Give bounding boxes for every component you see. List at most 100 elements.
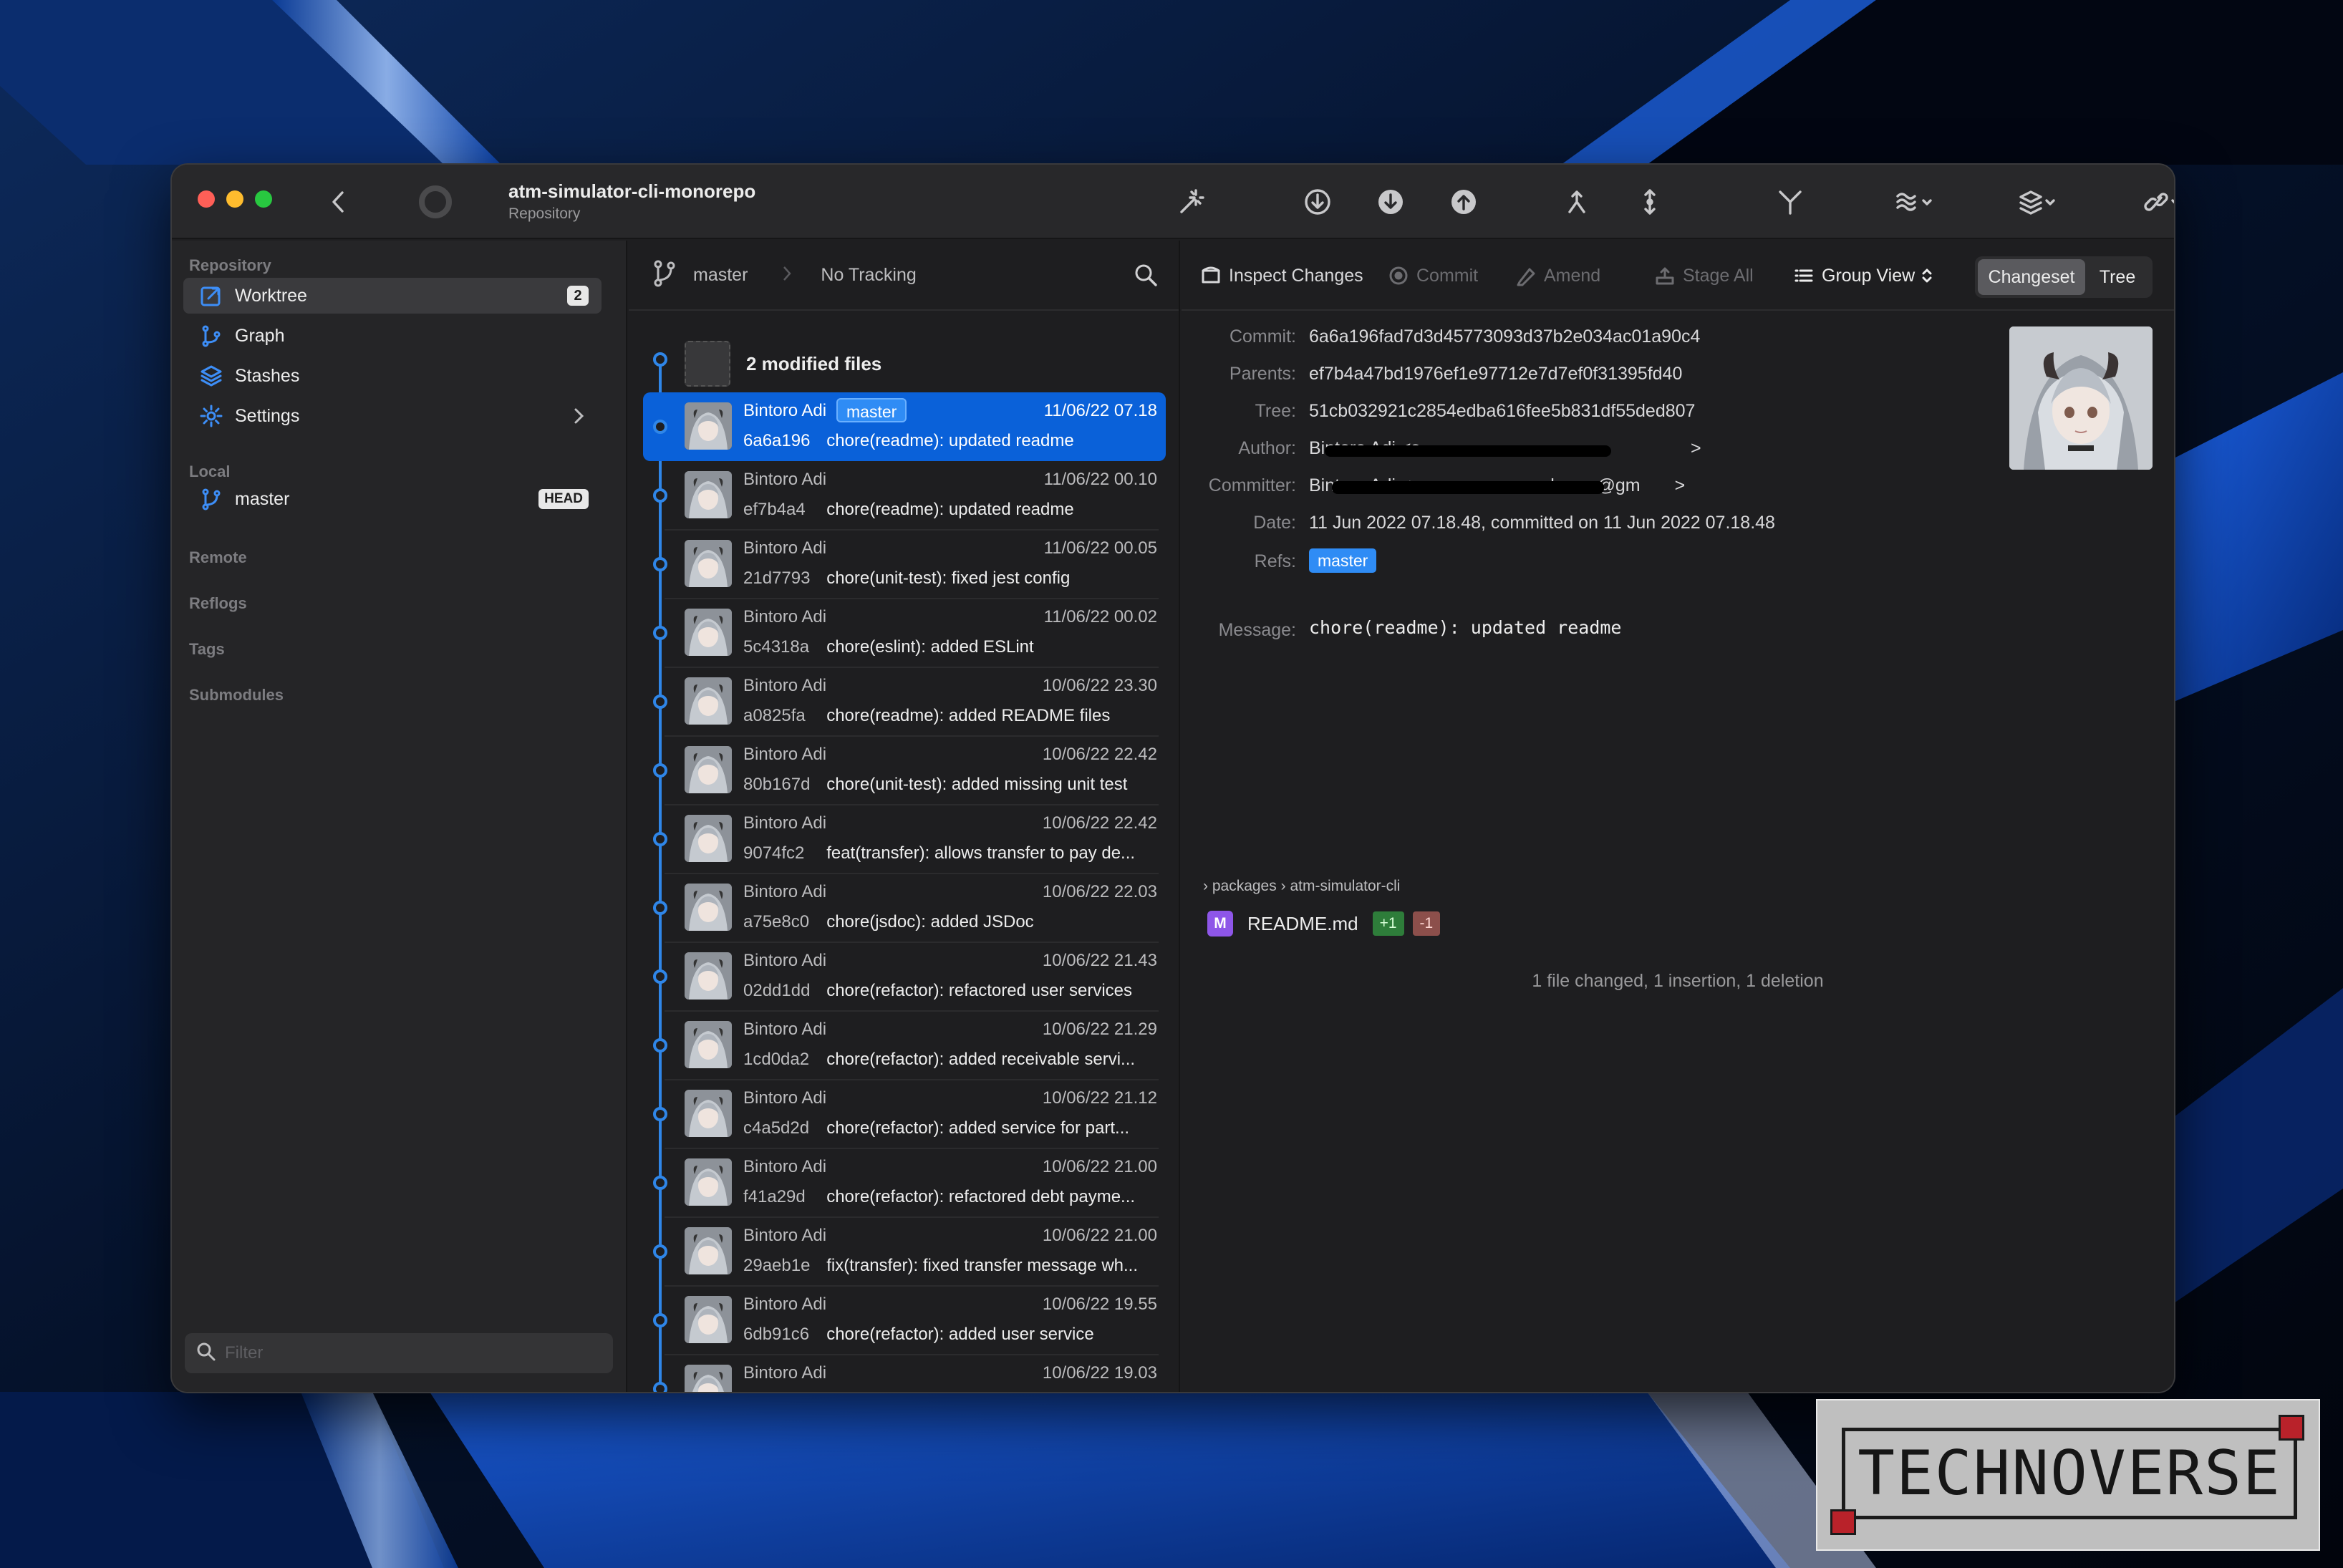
group-view-label: Group View xyxy=(1822,265,1916,286)
changeset-tab[interactable]: Changeset xyxy=(1978,259,2085,295)
sidebar-item-settings[interactable]: Settings xyxy=(183,398,602,434)
tracking-status[interactable]: No Tracking xyxy=(821,265,916,286)
pull-icon[interactable] xyxy=(1375,186,1406,218)
stack-icon[interactable] xyxy=(2016,186,2062,218)
ref-badge[interactable]: master xyxy=(1309,548,1377,573)
commit-row[interactable]: Bintoro Adi 11/06/22 00.10 ef7b4a4 chore(re… xyxy=(643,461,1166,531)
filter-field[interactable] xyxy=(185,1333,613,1373)
commit-row[interactable]: Bintoro Adi 10/06/22 21.00 f41a29d chore(re… xyxy=(643,1148,1166,1218)
window-title: atm-simulator-cli-monorepo Repository xyxy=(508,180,755,223)
sidebar-item-stashes[interactable]: Stashes xyxy=(183,358,602,394)
commit-author: Bintoro Adi xyxy=(743,401,827,420)
commit-row[interactable]: Bintoro Adi 10/06/22 22.03 a75e8c0 chore(js… xyxy=(643,873,1166,943)
stage-all-button[interactable]: Stage All xyxy=(1654,260,1754,291)
commit-row[interactable]: Bintoro Adi master 11/06/22 07.18 6a6a196 ch… xyxy=(643,392,1166,461)
modified-status-badge: M xyxy=(1207,911,1233,937)
current-branch[interactable]: master xyxy=(693,265,748,286)
rebase-icon[interactable] xyxy=(1634,186,1666,218)
commit-row[interactable]: Bintoro Adi 10/06/22 22.42 9074fc2 feat(tra… xyxy=(643,805,1166,874)
commit-author: Bintoro Adi xyxy=(743,813,827,833)
minimize-window-button[interactable] xyxy=(226,190,243,208)
app-window: atm-simulator-cli-monorepo Repository Re… xyxy=(172,165,2174,1392)
commit-row[interactable]: Bintoro Adi 10/06/22 21.29 1cd0da2 chore(re… xyxy=(643,1011,1166,1080)
branch-icon[interactable] xyxy=(1773,186,1807,218)
commit-row[interactable]: Bintoro Adi 10/06/22 19.03 xyxy=(643,1355,1166,1392)
sidebar-item-worktree[interactable]: Worktree 2 xyxy=(183,278,602,314)
stash-icon[interactable] xyxy=(1893,186,1939,218)
tags-header[interactable]: Tags xyxy=(189,640,225,659)
commit-row[interactable]: Bintoro Adi 10/06/22 21.12 c4a5d2d chore(re… xyxy=(643,1080,1166,1149)
commit-sha: 9074fc2 xyxy=(743,843,805,863)
watermark-text: TECHNOVERSE xyxy=(1858,1438,2281,1509)
close-window-button[interactable] xyxy=(198,190,215,208)
graph-node xyxy=(653,695,667,709)
commit-row[interactable]: Bintoro Adi 10/06/22 19.55 6db91c6 chore(re… xyxy=(643,1286,1166,1355)
commit-message: chore(readme): updated readme xyxy=(826,431,1074,450)
commit-hash-value[interactable]: 6a6a196fad7d3d45773093d37b2e034ac01a90c4 xyxy=(1309,326,1700,355)
avatar xyxy=(685,677,732,725)
avatar xyxy=(685,952,732,1000)
magic-icon[interactable] xyxy=(1174,186,1206,218)
worktree-count-badge: 2 xyxy=(567,286,589,306)
commit-date: 11/06/22 07.18 xyxy=(1043,401,1157,420)
back-icon[interactable] xyxy=(322,186,354,218)
sidebar-item-label: Graph xyxy=(235,325,285,346)
link-icon[interactable] xyxy=(2142,186,2174,218)
graph-node xyxy=(653,901,667,915)
zoom-window-button[interactable] xyxy=(255,190,272,208)
message-value: chore(readme): updated readme xyxy=(1309,617,1622,638)
push-icon[interactable] xyxy=(1448,186,1479,218)
commit-author: Bintoro Adi xyxy=(743,538,827,558)
amend-button[interactable]: Amend xyxy=(1515,260,1600,291)
filter-input[interactable] xyxy=(225,1343,597,1363)
commit-row[interactable]: Bintoro Adi 10/06/22 22.42 80b167d chore(un… xyxy=(643,736,1166,805)
sidebar-item-branch-master[interactable]: master HEAD xyxy=(183,481,602,517)
uncommitted-changes-row[interactable]: 2 modified files xyxy=(685,341,881,387)
commit-author: Bintoro Adi xyxy=(743,1088,827,1108)
commit-date: 10/06/22 23.30 xyxy=(1042,676,1157,695)
commit-row[interactable]: Bintoro Adi 10/06/22 23.30 a0825fa chore(re… xyxy=(643,667,1166,737)
file-path-breadcrumb[interactable]: › packages › atm-simulator-cli xyxy=(1203,878,1400,895)
author-avatar xyxy=(2009,326,2153,470)
commit-row[interactable]: Bintoro Adi 10/06/22 21.00 29aeb1e fix(tran… xyxy=(643,1217,1166,1287)
graph-node xyxy=(653,1107,667,1121)
commit-row[interactable]: Bintoro Adi 10/06/22 21.43 02dd1dd chore(re… xyxy=(643,942,1166,1012)
commit-row[interactable]: Bintoro Adi 11/06/22 00.05 21d7793 chore(un… xyxy=(643,530,1166,599)
parents-value[interactable]: ef7b4a47bd1976ef1e97712e7d7ef0f31395fd40 xyxy=(1309,364,1682,392)
remote-header[interactable]: Remote xyxy=(189,548,247,567)
inspect-changes-button[interactable]: Inspect Changes xyxy=(1200,260,1363,291)
avatar xyxy=(685,471,732,518)
tree-label: Tree: xyxy=(1255,401,1296,421)
changed-file-row[interactable]: M README.md +1 -1 xyxy=(1207,911,1441,937)
avatar xyxy=(685,1021,732,1068)
tree-tab[interactable]: Tree xyxy=(2085,259,2150,295)
chevron-right-icon: › xyxy=(1203,878,1208,894)
merge-icon[interactable] xyxy=(1561,186,1593,218)
commit-author: Bintoro Adi xyxy=(743,607,827,626)
search-icon[interactable] xyxy=(1133,262,1159,291)
commit-date: 10/06/22 21.43 xyxy=(1042,951,1157,970)
commit-row[interactable]: Bintoro Adi 11/06/22 00.02 5c4318a chore(es… xyxy=(643,599,1166,668)
settings-icon xyxy=(199,404,223,428)
date-row: Date: 11 Jun 2022 07.18.48, committed on… xyxy=(1182,513,1775,541)
inspect-changes-label: Inspect Changes xyxy=(1229,265,1363,286)
commit-button[interactable]: Commit xyxy=(1388,260,1478,291)
reflogs-header[interactable]: Reflogs xyxy=(189,594,247,613)
submodules-header[interactable]: Submodules xyxy=(189,686,284,705)
graph-node xyxy=(653,763,667,778)
branch-ref-badge[interactable]: master xyxy=(836,398,907,422)
graph-node xyxy=(653,352,667,367)
redaction-mark xyxy=(1332,481,1604,494)
commit-message: chore(refactor): refactored user service… xyxy=(826,981,1133,1000)
technoverse-watermark: TECHNOVERSE xyxy=(1816,1399,2320,1551)
commit-date: 11/06/22 00.02 xyxy=(1043,607,1157,626)
branch-icon xyxy=(652,259,677,291)
tree-value[interactable]: 51cb032921c2854edba616fee5b831df55ded807 xyxy=(1309,401,1695,430)
avatar xyxy=(685,609,732,656)
group-view-dropdown[interactable]: Group View xyxy=(1793,260,1933,291)
commit-sha: 1cd0da2 xyxy=(743,1050,810,1069)
redaction-mark xyxy=(1325,445,1611,457)
fetch-icon[interactable] xyxy=(1302,186,1333,218)
commit-list-pane: master No Tracking 2 modified files Bint… xyxy=(629,241,1180,1392)
sidebar-item-graph[interactable]: Graph xyxy=(183,318,602,354)
